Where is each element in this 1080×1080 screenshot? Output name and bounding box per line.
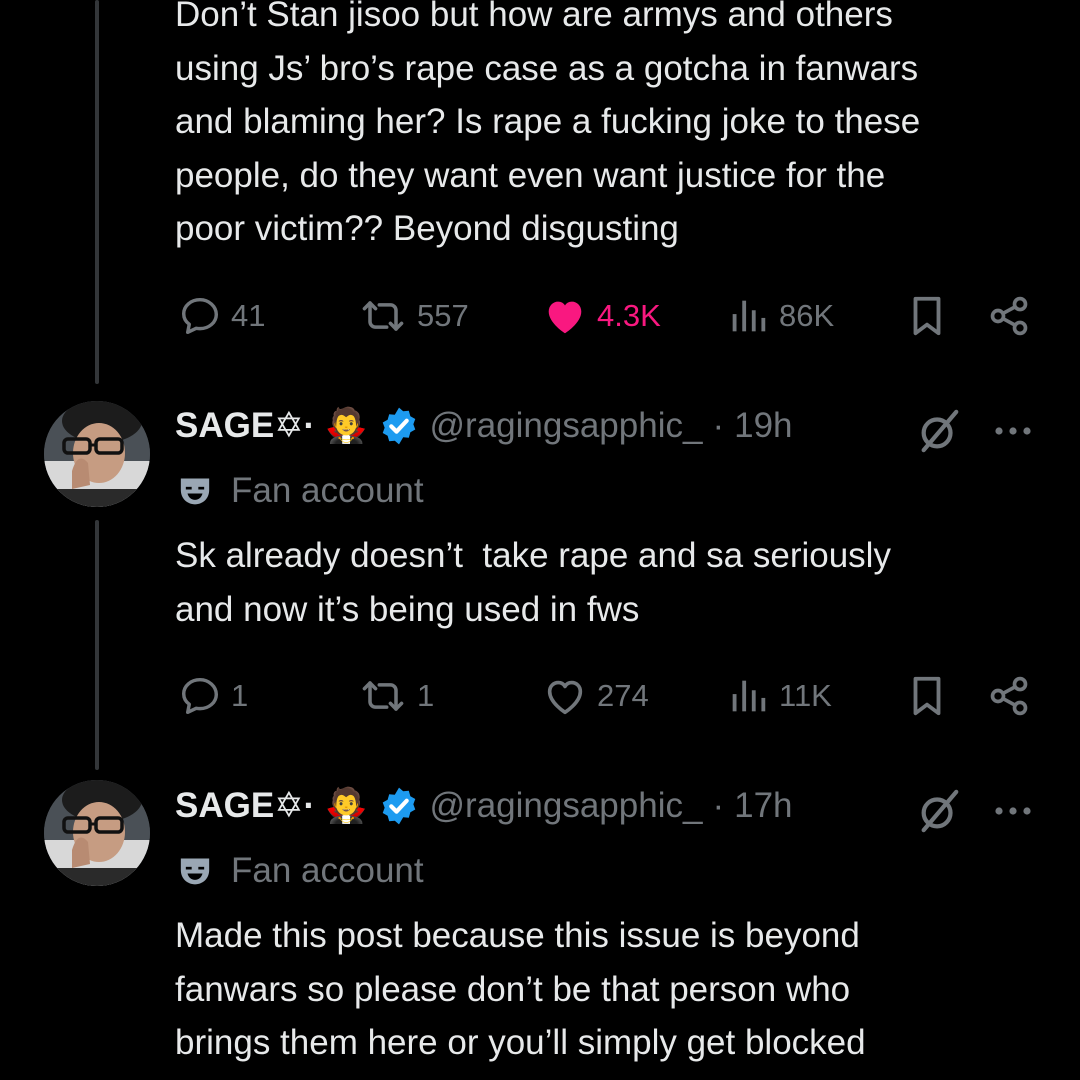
bookmark-icon xyxy=(907,673,947,719)
bookmark-icon xyxy=(907,293,947,339)
tweet-header: SAGE✡︎· 🧛 @ragingsapphic_ · 17h xyxy=(175,778,793,834)
tweet-text: Sk already doesn’t take rape and sa seri… xyxy=(175,536,891,629)
display-name[interactable]: SAGE✡︎· xyxy=(175,406,315,446)
repost-icon xyxy=(357,293,409,339)
repost-count: 1 xyxy=(417,678,435,713)
separator-dot: · xyxy=(712,786,725,825)
heart-outline-icon xyxy=(541,673,589,719)
account-label: Fan account xyxy=(175,466,424,516)
vampire-emoji: 🧛 xyxy=(325,787,368,825)
share-icon xyxy=(987,293,1031,339)
like-button[interactable]: 4.3K xyxy=(541,286,661,346)
user-handle[interactable]: @ragingsapphic_ xyxy=(430,406,703,446)
reply-count: 1 xyxy=(231,678,249,713)
thread-line xyxy=(95,520,99,770)
vampire-emoji: 🧛 xyxy=(325,407,368,445)
separator-dot: · xyxy=(712,406,725,445)
verified-badge-icon xyxy=(378,405,420,447)
avatar[interactable] xyxy=(44,780,150,886)
share-button[interactable] xyxy=(987,666,1031,726)
tweet-header: SAGE✡︎· 🧛 @ragingsapphic_ · 19h xyxy=(175,398,793,454)
views-button[interactable]: 11K xyxy=(725,666,832,726)
grok-icon[interactable] xyxy=(914,406,964,456)
like-count: 274 xyxy=(597,678,649,713)
more-options-icon[interactable] xyxy=(988,406,1038,456)
timestamp[interactable]: 17h xyxy=(734,786,792,826)
share-button[interactable] xyxy=(987,286,1031,346)
tweet-actions: 1 1 274 11K xyxy=(175,666,1035,726)
reply-icon xyxy=(177,293,223,339)
account-label-text: Fan account xyxy=(231,471,424,510)
verified-badge-icon xyxy=(378,785,420,827)
repost-count: 557 xyxy=(417,298,469,333)
repost-button[interactable]: 1 xyxy=(357,666,434,726)
repost-icon xyxy=(357,673,409,719)
theater-mask-icon xyxy=(175,471,215,511)
views-icon xyxy=(725,673,771,719)
reply-count: 41 xyxy=(231,298,266,333)
views-button[interactable]: 86K xyxy=(725,286,834,346)
bookmark-button[interactable] xyxy=(907,286,947,346)
views-count: 11K xyxy=(779,678,832,713)
tweet-text: Don’t Stan jisoo but how are armys and o… xyxy=(175,0,921,248)
views-count: 86K xyxy=(779,298,835,333)
theater-mask-icon xyxy=(175,851,215,891)
heart-filled-icon xyxy=(541,293,589,339)
avatar[interactable] xyxy=(44,401,150,507)
timestamp[interactable]: 19h xyxy=(734,406,792,446)
reply-icon xyxy=(177,673,223,719)
tweet-text: Made this post because this issue is bey… xyxy=(175,916,866,1062)
account-label-text: Fan account xyxy=(231,851,424,890)
tweet-actions: 41 557 4.3K 86K xyxy=(175,286,1035,346)
repost-button[interactable]: 557 xyxy=(357,286,469,346)
views-icon xyxy=(725,293,771,339)
reply-button[interactable]: 41 xyxy=(177,286,265,346)
like-count: 4.3K xyxy=(597,298,661,333)
user-handle[interactable]: @ragingsapphic_ xyxy=(430,786,703,826)
more-options-icon[interactable] xyxy=(988,786,1038,836)
grok-icon[interactable] xyxy=(914,786,964,836)
account-label: Fan account xyxy=(175,846,424,896)
display-name[interactable]: SAGE✡︎· xyxy=(175,786,315,826)
thread-line xyxy=(95,0,99,384)
share-icon xyxy=(987,673,1031,719)
like-button[interactable]: 274 xyxy=(541,666,649,726)
reply-button[interactable]: 1 xyxy=(177,666,248,726)
bookmark-button[interactable] xyxy=(907,666,947,726)
